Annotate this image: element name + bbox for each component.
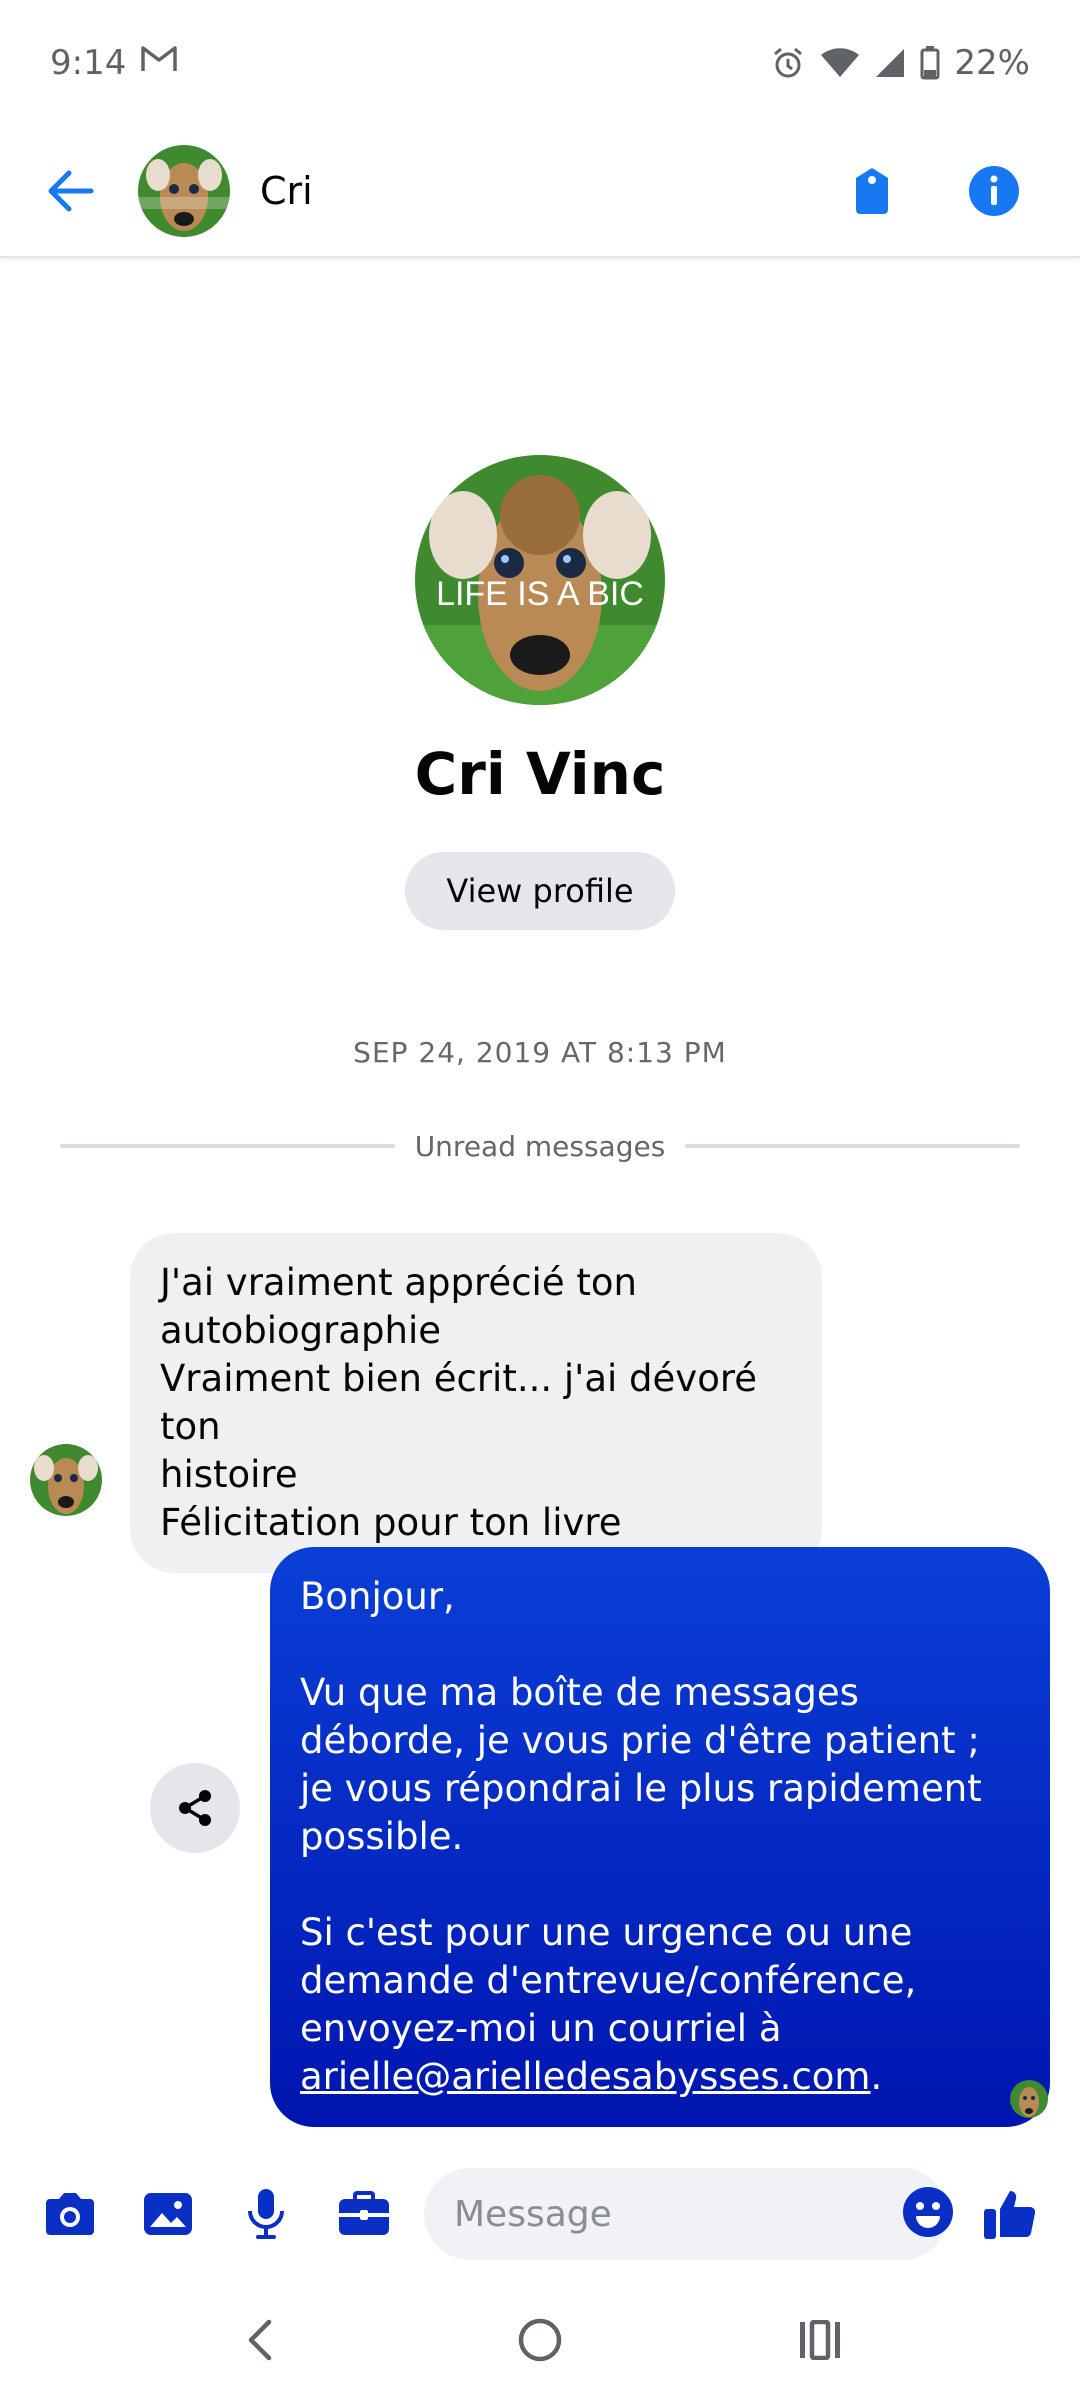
signal-icon	[874, 47, 906, 79]
like-button[interactable]	[976, 2180, 1044, 2248]
divider-line-right	[685, 1144, 1020, 1148]
incoming-line-5: Félicitation pour ton livre	[160, 1501, 622, 1544]
status-bar: 9:14 22%	[0, 0, 1080, 126]
battery-percentage: 22%	[954, 43, 1030, 83]
chevron-left-icon	[248, 2319, 272, 2361]
image-icon	[144, 2193, 192, 2235]
incoming-line-2: autobiographie	[160, 1309, 442, 1352]
messenger-conversation-screen: 9:14 22% Cri LIFE IS A BIC Cri Vinc View…	[0, 0, 1080, 2400]
status-left: 9:14	[50, 43, 178, 83]
outgoing-greeting: Bonjour,	[300, 1575, 455, 1618]
message-input-container	[424, 2168, 953, 2260]
emoji-icon	[903, 2187, 953, 2237]
microphone-icon	[248, 2189, 284, 2239]
camera-button[interactable]	[36, 2180, 104, 2248]
incoming-line-4: histoire	[160, 1453, 298, 1496]
avatar-caption: LIFE IS A BIC	[436, 575, 644, 613]
conversation-header: Cri	[0, 126, 1080, 258]
apps-button[interactable]	[330, 2180, 398, 2248]
home-circle-icon	[518, 2318, 562, 2362]
message-timestamp: SEP 24, 2019 AT 8:13 PM	[353, 1036, 727, 1069]
arrow-left-icon	[48, 170, 94, 212]
outgoing-message-bubble[interactable]: Bonjour, Vu que ma boîte de messages déb…	[270, 1547, 1050, 2127]
incoming-line-1: J'ai vraiment apprécié ton	[160, 1261, 637, 1304]
nav-back-button[interactable]	[220, 2300, 300, 2380]
camera-icon	[46, 2193, 94, 2235]
status-right: 22%	[770, 43, 1030, 83]
header-actions	[834, 153, 1048, 229]
seen-receipt-avatar	[1010, 2080, 1048, 2118]
wifi-icon	[820, 47, 860, 79]
message-input[interactable]	[454, 2193, 902, 2235]
divider-line-left	[60, 1144, 395, 1148]
alarm-icon	[770, 45, 806, 81]
emoji-button[interactable]	[902, 2186, 954, 2242]
profile-full-name: Cri Vinc	[414, 740, 666, 808]
outgoing-paragraph-1: Vu que ma boîte de messages déborde, je …	[300, 1671, 982, 1858]
info-button[interactable]	[956, 153, 1032, 229]
system-navigation-bar	[0, 2280, 1080, 2400]
nav-home-button[interactable]	[500, 2300, 580, 2380]
recents-icon	[800, 2320, 840, 2360]
outgoing-paragraph-2: Si c'est pour une urgence ou une demande…	[300, 1909, 1020, 2101]
contact-avatar[interactable]	[138, 145, 230, 237]
unread-label: Unread messages	[414, 1129, 666, 1163]
view-profile-button[interactable]: View profile	[405, 852, 675, 930]
gallery-button[interactable]	[134, 2180, 202, 2248]
tag-button[interactable]	[834, 153, 910, 229]
incoming-message-bubble[interactable]: J'ai vraiment apprécié ton autobiographi…	[130, 1233, 822, 1573]
status-time: 9:14	[50, 43, 127, 83]
briefcase-icon	[339, 2191, 389, 2235]
voice-button[interactable]	[232, 2180, 300, 2248]
contact-name-header[interactable]: Cri	[260, 169, 313, 213]
message-composer	[0, 2168, 1080, 2260]
sender-avatar[interactable]	[30, 1444, 102, 1516]
battery-icon	[920, 46, 940, 80]
email-link[interactable]: arielle@arielledesabysses.com	[300, 2055, 870, 2098]
gmail-icon	[140, 43, 178, 83]
outgoing-paragraph-2-end: .	[870, 2055, 883, 2098]
nav-recents-button[interactable]	[780, 2300, 860, 2380]
outgoing-paragraph-2-text: Si c'est pour une urgence ou une demande…	[300, 1911, 917, 2050]
back-button[interactable]	[32, 153, 108, 229]
tag-icon	[856, 168, 888, 214]
share-icon	[179, 1790, 211, 1826]
share-message-button[interactable]	[150, 1763, 240, 1853]
info-icon	[969, 166, 1019, 216]
profile-avatar-large[interactable]: LIFE IS A BIC	[415, 455, 665, 705]
thumbs-up-icon	[984, 2191, 1036, 2239]
incoming-line-3: Vraiment bien écrit... j'ai dévoré ton	[160, 1357, 758, 1448]
unread-divider: Unread messages	[60, 1126, 1020, 1166]
